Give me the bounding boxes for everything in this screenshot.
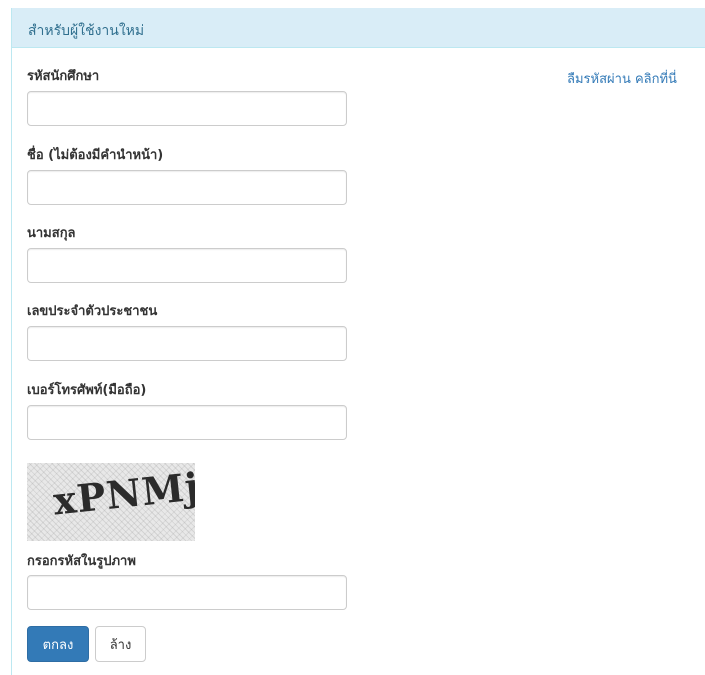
- student-id-label: รหัสนักศึกษา: [27, 69, 100, 84]
- captcha-label: กรอกรหัสในรูปภาพ: [27, 554, 136, 569]
- mobile-phone-input[interactable]: [27, 405, 347, 440]
- last-name-label: นามสกุล: [27, 226, 76, 241]
- forgot-password-link[interactable]: ลืมรหัสผ่าน คลิกที่นี่: [567, 68, 677, 89]
- first-name-label: ชื่อ (ไม่ต้องมีคำนำหน้า): [27, 148, 164, 163]
- submit-button[interactable]: ตกลง: [27, 626, 89, 662]
- clear-button[interactable]: ล้าง: [95, 626, 146, 662]
- captcha-input[interactable]: [27, 575, 347, 610]
- last-name-input[interactable]: [27, 248, 347, 283]
- student-id-input[interactable]: [27, 91, 347, 126]
- mobile-phone-label: เบอร์โทรศัพท์(มือถือ): [27, 383, 147, 398]
- captcha-image-text: xPNMj: [51, 463, 195, 524]
- national-id-label: เลขประจำตัวประชาชน: [27, 304, 158, 319]
- first-name-input[interactable]: [27, 170, 347, 205]
- panel-heading: สำหรับผู้ใช้งานใหม่: [12, 8, 705, 48]
- captcha-image: xPNMj: [27, 463, 195, 541]
- panel-title: สำหรับผู้ใช้งานใหม่: [28, 23, 145, 39]
- national-id-input[interactable]: [27, 326, 347, 361]
